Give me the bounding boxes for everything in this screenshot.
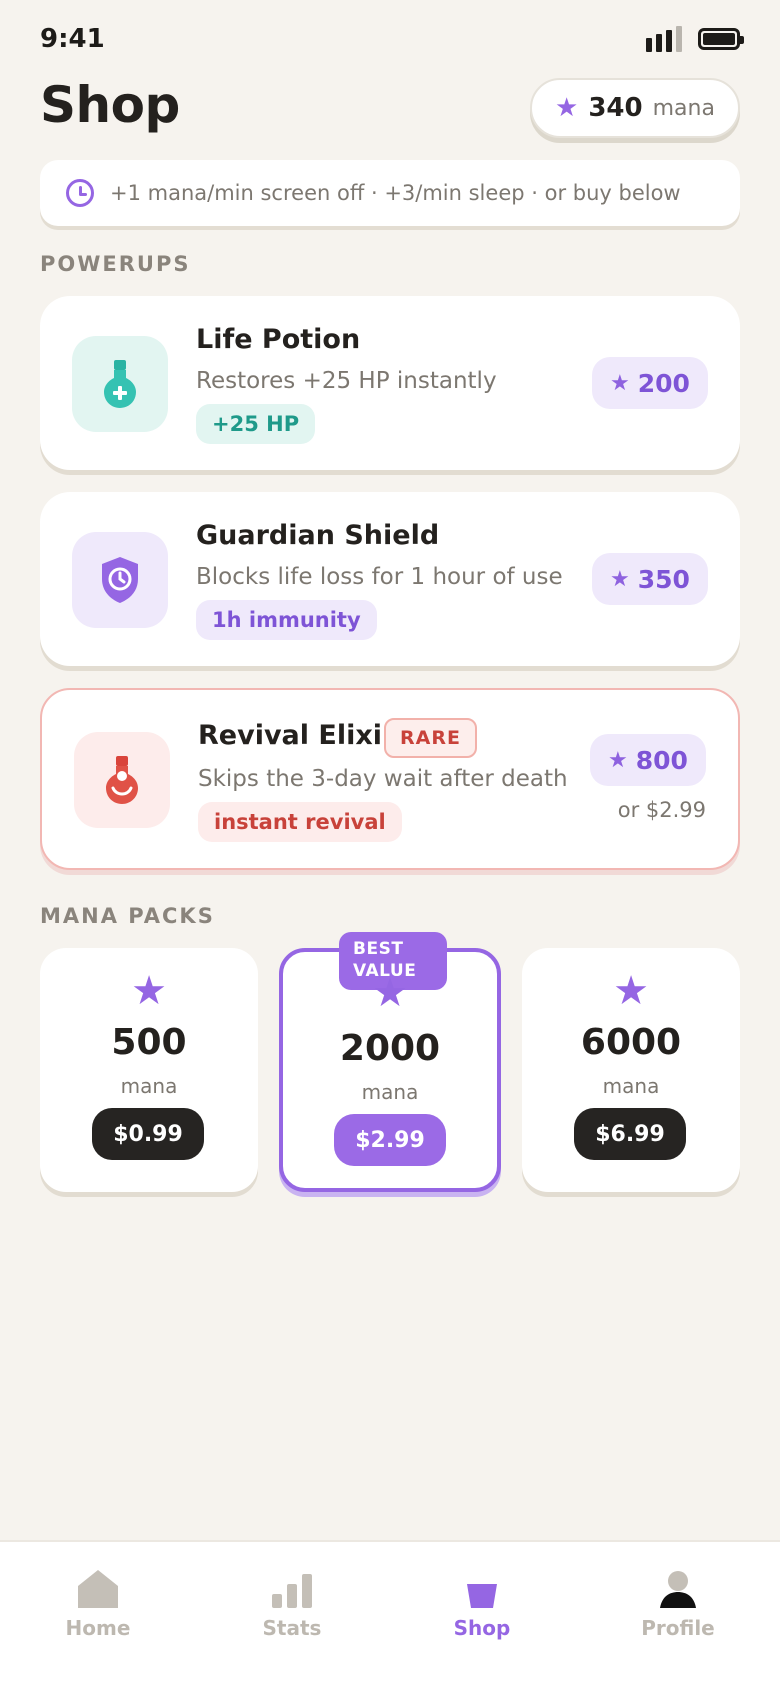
mana-balance-chip[interactable]: ★ 340 mana [530, 78, 740, 138]
powerup-tag: instant revival [198, 802, 402, 842]
mana-pack-6000[interactable]: ★ 6000 mana $6.99 [522, 948, 740, 1192]
rare-badge: RARE [384, 718, 477, 758]
pack-amount: 6000 [580, 1022, 682, 1063]
powerup-card-guardian-shield[interactable]: Guardian Shield Blocks life loss for 1 h… [40, 492, 740, 666]
pack-unit: mana [120, 1074, 178, 1098]
section-label-mana-packs: MANA PACKS [40, 904, 215, 928]
star-icon: ★ [610, 566, 630, 592]
profile-icon [608, 1564, 748, 1608]
buy-guardian-shield-button[interactable]: ★ 350 [592, 553, 708, 605]
tab-profile[interactable]: Profile [608, 1564, 748, 1640]
star-icon: ★ [131, 968, 167, 1014]
tab-bar: Home Stats Shop Profile [0, 1540, 780, 1688]
potion-icon [72, 336, 168, 432]
mana-amount: 340 [588, 93, 643, 123]
tab-label: Stats [262, 1616, 322, 1640]
shield-icon [72, 532, 168, 628]
page-title: Shop [40, 76, 180, 134]
tab-shop[interactable]: Shop [412, 1564, 552, 1640]
mana-info-bar: +1 mana/min screen off · +3/min sleep · … [40, 160, 740, 226]
tab-stats[interactable]: Stats [222, 1564, 362, 1640]
home-icon [28, 1564, 168, 1608]
status-time: 9:41 [40, 24, 105, 54]
shop-icon [412, 1564, 552, 1608]
mana-info-text: +1 mana/min screen off · +3/min sleep · … [110, 181, 681, 205]
buy-pack-button[interactable]: $0.99 [92, 1108, 204, 1160]
star-icon: ★ [610, 370, 630, 396]
status-bar: 9:41 [0, 0, 780, 80]
mana-unit: mana [652, 95, 715, 121]
buy-revival-elixir-button[interactable]: ★ 800 [590, 734, 706, 786]
price-value: 800 [635, 745, 688, 775]
powerup-title: Revival Elixir [198, 720, 396, 751]
tab-home[interactable]: Home [28, 1564, 168, 1640]
pack-unit: mana [602, 1074, 660, 1098]
price-value: 350 [637, 564, 690, 594]
pack-amount: 2000 [339, 1028, 441, 1069]
mana-pack-500[interactable]: ★ 500 mana $0.99 [40, 948, 258, 1192]
powerup-card-revival-elixir[interactable]: Revival Elixir RARE Skips the 3-day wait… [40, 688, 740, 870]
powerup-description: Restores +25 HP instantly [196, 368, 497, 394]
pack-unit: mana [361, 1080, 419, 1104]
tab-label: Profile [641, 1616, 715, 1640]
section-label-powerups: POWERUPS [40, 252, 191, 276]
powerup-tag: +25 HP [196, 404, 316, 444]
powerup-card-life-potion[interactable]: Life Potion Restores +25 HP instantly +2… [40, 296, 740, 470]
tab-label: Shop [453, 1616, 511, 1640]
powerup-title: Guardian Shield [196, 520, 440, 551]
buy-life-potion-button[interactable]: ★ 200 [592, 357, 708, 409]
battery-icon [698, 28, 744, 50]
star-icon: ★ [613, 968, 649, 1014]
elixir-icon [74, 732, 170, 828]
clock-icon [66, 179, 94, 207]
ribbon-line-1: BEST [353, 939, 404, 959]
star-icon: ★ [608, 747, 628, 773]
stats-icon [222, 1564, 362, 1608]
alt-price[interactable]: or $2.99 [618, 798, 706, 822]
price-value: 200 [637, 368, 690, 398]
powerup-description: Skips the 3-day wait after death [198, 766, 568, 792]
status-icons [646, 26, 744, 52]
buy-pack-button[interactable]: $6.99 [574, 1108, 686, 1160]
star-icon: ★ [372, 970, 408, 1016]
powerup-description: Blocks life loss for 1 hour of use [196, 564, 563, 590]
mana-pack-2000[interactable]: BEST VALUE ★ 2000 mana $2.99 [279, 932, 501, 1192]
powerup-tag: 1h immunity [196, 600, 377, 640]
buy-pack-button[interactable]: $2.99 [334, 1114, 446, 1166]
signal-icon [646, 26, 682, 52]
powerup-title: Life Potion [196, 324, 361, 355]
star-icon: ★ [555, 93, 579, 123]
pack-amount: 500 [111, 1022, 187, 1063]
tab-label: Home [65, 1616, 131, 1640]
